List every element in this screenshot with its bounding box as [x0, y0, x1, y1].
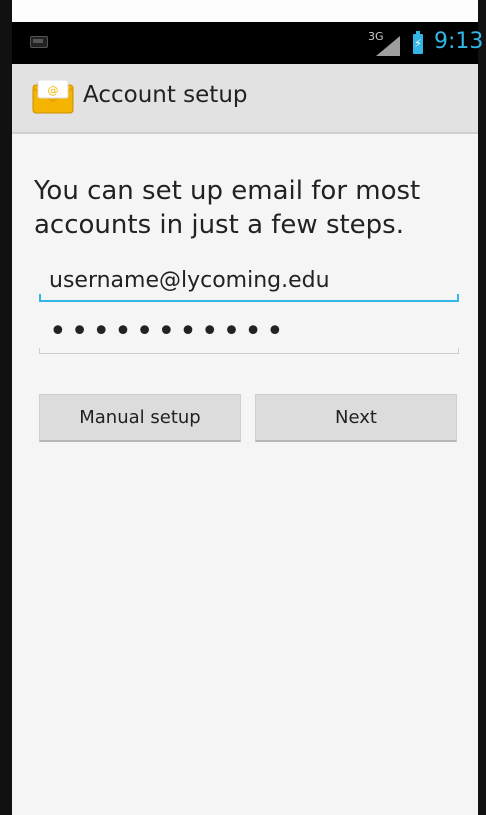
manual-setup-button[interactable]: Manual setup [39, 394, 241, 442]
right-bezel [478, 0, 486, 815]
screen: 3G ⚡ 9:13 @ Account setup You can set up… [0, 0, 486, 815]
svg-text:@: @ [48, 84, 59, 97]
charging-icon: ⚡ [414, 37, 422, 50]
email-field-cap-left [39, 294, 41, 302]
email-field-underline [39, 300, 459, 302]
status-bar: 3G ⚡ 9:13 [12, 22, 483, 64]
left-bezel [0, 0, 12, 815]
battery-icon: ⚡ [413, 31, 423, 54]
action-bar: @ Account setup [12, 64, 478, 134]
email-input-value: username@lycoming.edu [49, 268, 330, 293]
password-field[interactable]: ••••••••••• [39, 314, 459, 354]
keyboard-icon [30, 36, 48, 48]
next-button[interactable]: Next [255, 394, 457, 442]
signal-icon [376, 36, 400, 56]
password-input-value: ••••••••••• [49, 314, 288, 349]
password-field-underline [39, 353, 459, 354]
page-title: Account setup [83, 82, 248, 108]
email-field-cap-right [457, 294, 459, 302]
email-field[interactable]: username@lycoming.edu [39, 268, 459, 302]
email-app-icon[interactable]: @ [32, 79, 74, 115]
setup-instructions: You can set up email for most accounts i… [34, 176, 421, 240]
status-clock: 9:13 [434, 29, 484, 54]
password-field-cap-left [39, 348, 40, 354]
setup-form: You can set up email for most accounts i… [12, 134, 478, 815]
top-margin [0, 0, 486, 22]
password-field-cap-right [458, 348, 459, 354]
